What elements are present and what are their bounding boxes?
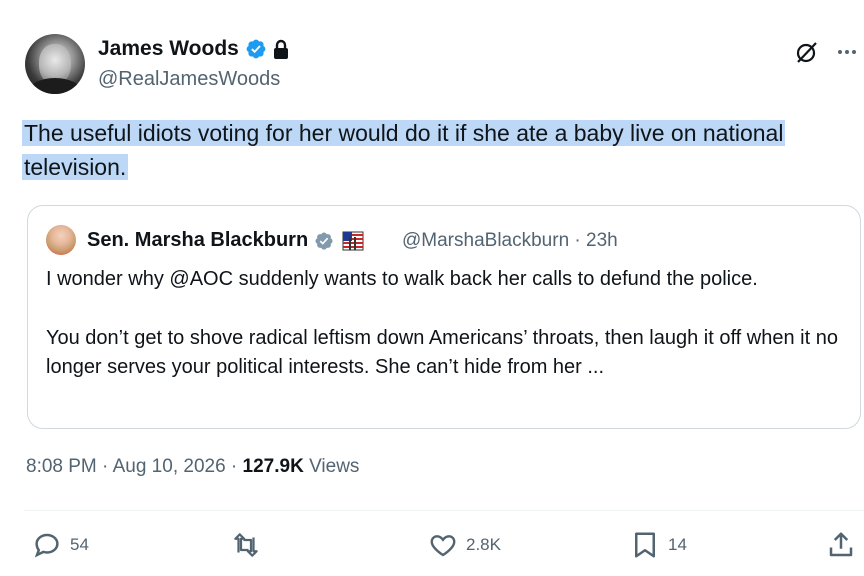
reply-button[interactable]: 54 [32,530,89,560]
quoted-handle-time[interactable]: @MarshaBlackburn · 23h [402,230,618,252]
reply-count: 54 [70,535,89,554]
views-label: Views [303,456,360,477]
author-name[interactable]: James Woods [98,37,239,61]
tweet-text: The useful idiots voting for her would d… [22,116,864,184]
like-icon [430,535,456,557]
repost-icon [234,533,258,557]
bookmark-count: 14 [668,535,687,554]
grok-icon[interactable] [795,40,819,64]
repost-button[interactable] [231,530,269,560]
author-avatar[interactable] [25,34,85,94]
divider [24,510,864,511]
author-handle[interactable]: @RealJamesWoods [98,68,280,91]
more-icon[interactable] [835,40,859,64]
quoted-author-name[interactable]: Sen. Marsha Blackburn [87,229,308,252]
tweet-text-content: The useful idiots voting for her would d… [22,120,786,180]
bookmark-icon [635,532,655,558]
quoted-verified-badge-icon[interactable] [314,231,334,251]
flag-icon [342,231,364,250]
timestamp[interactable]: 8:08 PM · Aug 10, 2026 · [26,456,243,477]
quoted-author-avatar[interactable] [46,225,76,255]
share-icon [829,532,853,557]
tweet-meta: 8:08 PM · Aug 10, 2026 · 127.9K Views [26,456,359,478]
verified-badge-icon[interactable] [245,38,267,60]
quoted-paragraph: You don’t get to shove radical leftism d… [46,327,838,378]
avatar-suit [29,78,81,94]
reply-icon [34,533,59,558]
quoted-author-name-row[interactable]: Sen. Marsha Blackburn [87,229,364,252]
quoted-tweet-text: I wonder why @AOC suddenly wants to walk… [46,265,846,412]
author-name-row[interactable]: James Woods [98,37,291,61]
bookmark-button[interactable]: 14 [630,530,687,560]
lock-icon [273,39,288,59]
share-button[interactable] [826,530,864,560]
quoted-paragraph: I wonder why @AOC suddenly wants to walk… [46,268,758,290]
like-button[interactable]: 2.8K [428,530,501,560]
like-count: 2.8K [466,535,501,554]
views-count: 127.9K [242,456,304,477]
